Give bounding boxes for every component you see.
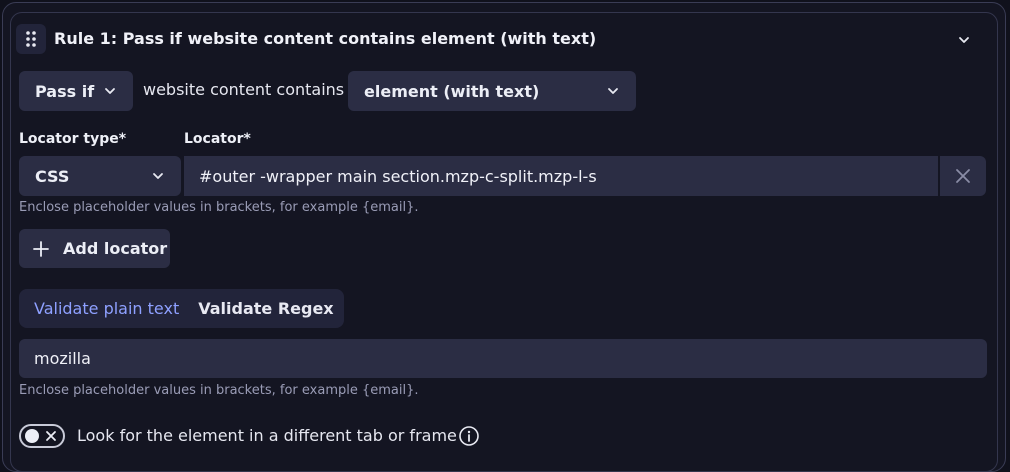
locator-type-dropdown[interactable]: CSS: [19, 156, 181, 196]
locator-value: #outer -wrapper main section.mzp-c-split…: [199, 166, 597, 186]
plus-icon: [33, 240, 49, 257]
clear-locator-button[interactable]: [940, 156, 986, 196]
validation-text-input[interactable]: mozilla: [19, 339, 987, 378]
target-dropdown[interactable]: element (with text): [348, 71, 636, 111]
frame-toggle[interactable]: [19, 424, 65, 448]
locator-input[interactable]: #outer -wrapper main section.mzp-c-split…: [184, 156, 938, 196]
condition-connector-text: website content contains: [143, 80, 345, 99]
locator-type-value: CSS: [35, 166, 70, 186]
tab-validate-regex[interactable]: Validate Regex: [190, 290, 344, 328]
drag-handle-icon: [26, 31, 36, 47]
add-locator-label: Add locator: [63, 239, 168, 258]
info-icon: [459, 426, 479, 446]
chevron-down-icon: [608, 88, 618, 94]
validation-mode-switch: Validate plain text Validate Regex: [19, 289, 344, 328]
locator-hint: Enclose placeholder values in brackets, …: [19, 200, 419, 215]
locator-label: Locator*: [184, 131, 251, 147]
toggle-knob: [25, 429, 39, 443]
frame-toggle-label: Look for the element in a different tab …: [77, 426, 457, 445]
pass-if-dropdown[interactable]: Pass if: [19, 71, 133, 111]
info-button[interactable]: [458, 425, 480, 447]
target-value: element (with text): [364, 81, 540, 101]
chevron-down-icon: [105, 88, 115, 94]
rule-title: Rule 1: Pass if website content contains…: [54, 29, 597, 48]
validation-value: mozilla: [34, 349, 91, 368]
add-locator-button[interactable]: Add locator: [19, 229, 170, 268]
toggle-off-icon: [46, 431, 56, 441]
close-icon: [956, 169, 970, 183]
chevron-down-icon: [153, 173, 163, 179]
drag-handle[interactable]: [16, 24, 46, 54]
tab-validate-plain-text[interactable]: Validate plain text: [23, 290, 190, 328]
locator-type-label: Locator type*: [19, 131, 127, 147]
validation-hint: Enclose placeholder values in brackets, …: [19, 383, 419, 398]
collapse-button[interactable]: [952, 28, 976, 52]
chevron-down-icon: [959, 37, 969, 43]
pass-if-value: Pass if: [35, 81, 95, 101]
